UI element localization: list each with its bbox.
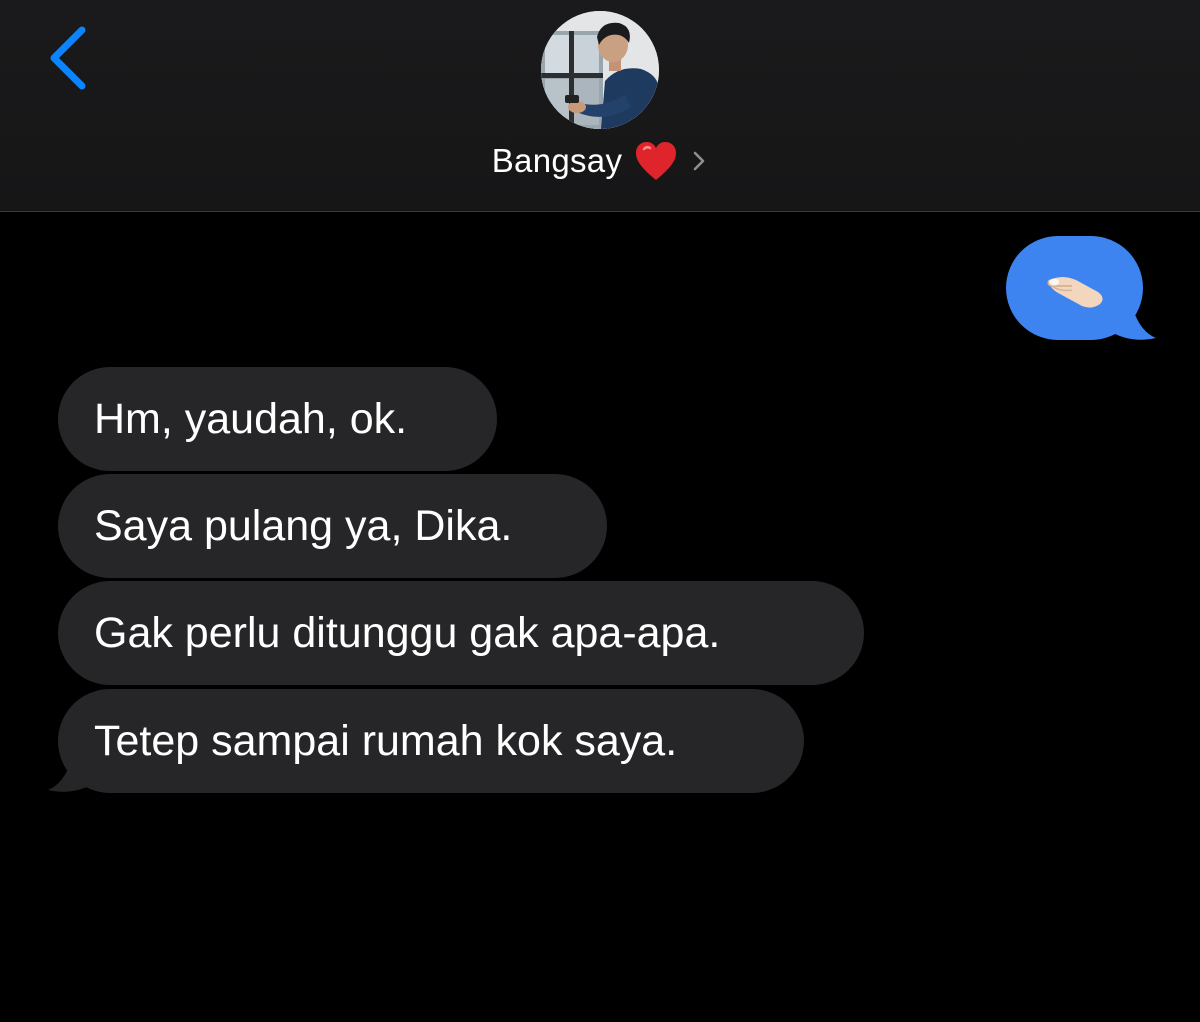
back-button[interactable] [38,20,98,100]
received-message-bubble[interactable]: Hm, yaudah, ok. [58,367,497,471]
received-message-bubble[interactable]: Saya pulang ya, Dika. [58,474,607,578]
received-message-bubble[interactable]: Gak perlu ditunggu gak apa-apa. [58,581,864,685]
chevron-left-icon [50,26,86,90]
conversation-header: Bangsay [0,0,1200,212]
contact-name-row[interactable]: Bangsay [0,136,1200,186]
avatar-photo [541,11,659,129]
contact-avatar[interactable] [541,11,659,129]
pinching-hand-emoji [1047,277,1103,308]
red-heart-icon [634,140,678,182]
chevron-right-icon [690,147,708,175]
messages-screen: Bangsay Hm, yaudah, ok. Saya pulang ya, … [0,0,1200,1022]
contact-name: Bangsay [491,142,623,179]
received-message-bubble[interactable]: Tetep sampai rumah kok saya. [58,689,804,793]
